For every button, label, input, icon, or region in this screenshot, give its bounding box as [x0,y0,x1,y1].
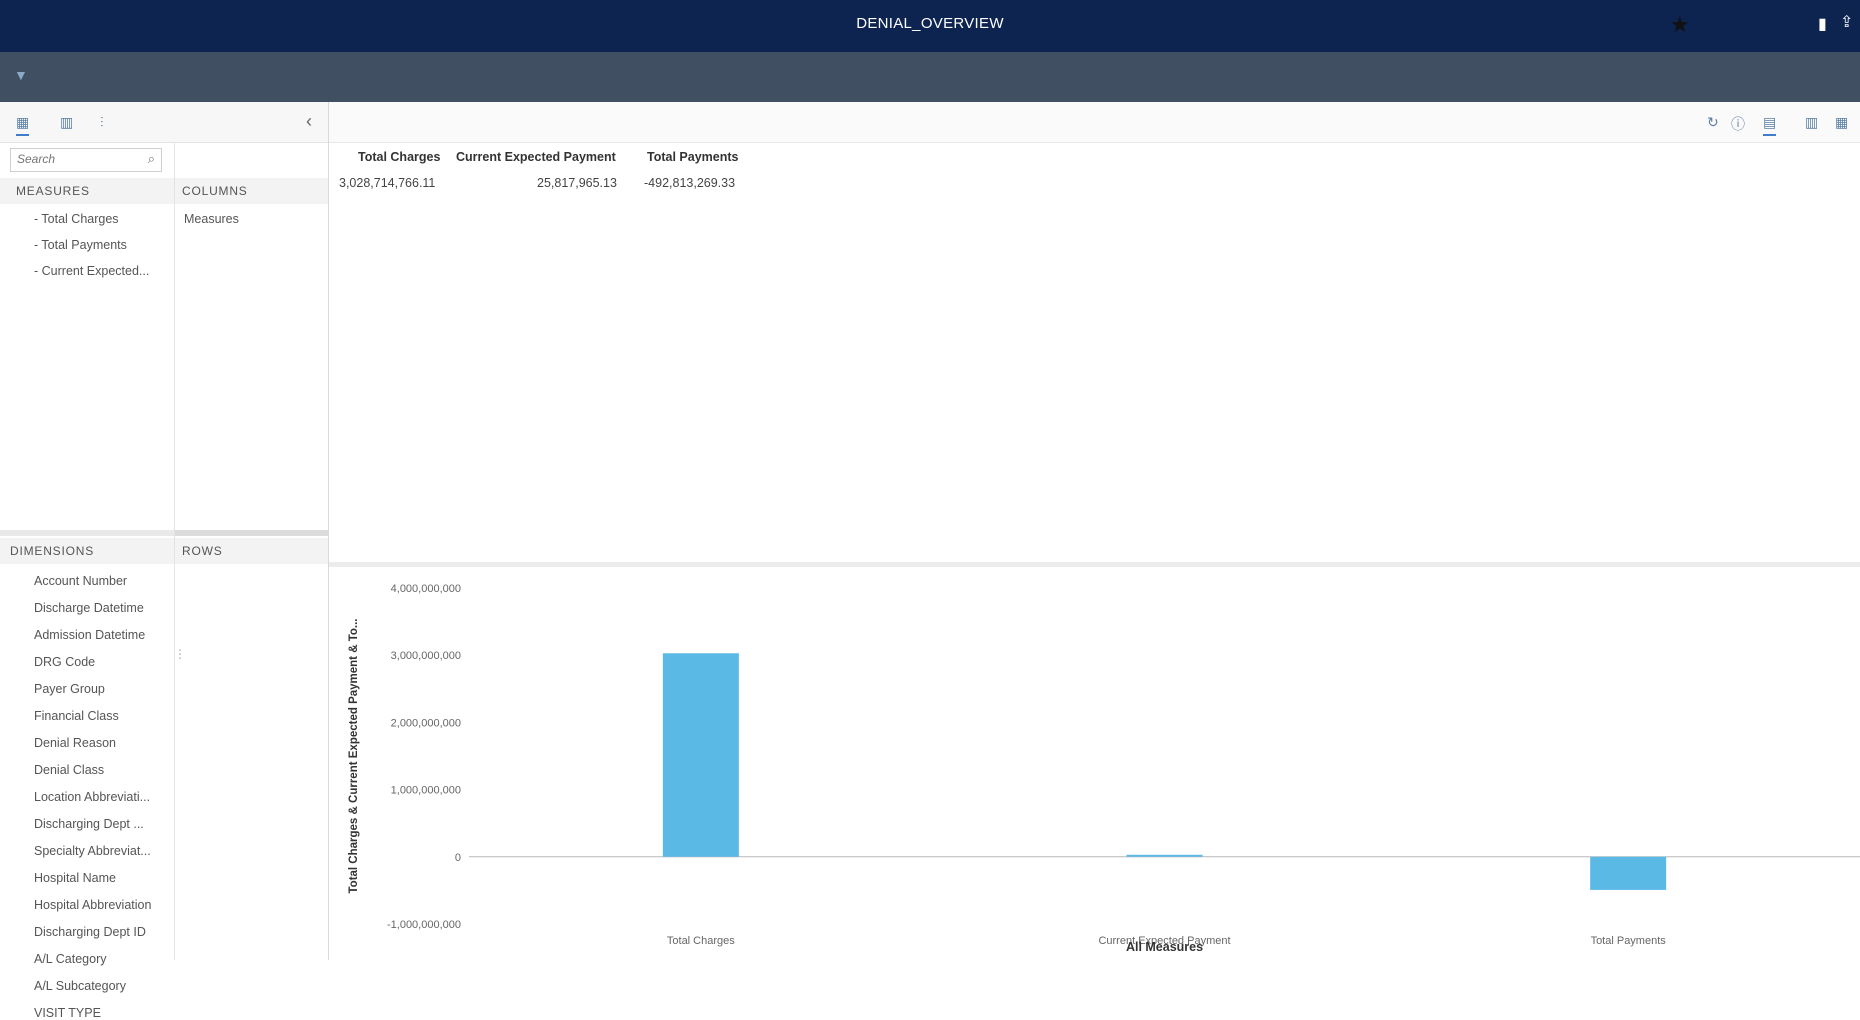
dimension-item[interactable]: VISIT TYPE [34,1006,101,1020]
app-header: DENIAL_OVERVIEW ★ ▮ ⇪ [0,0,1860,52]
filter-icon[interactable]: ▼ [14,67,28,83]
content-toolbar: ↻ ⓘ ▤ ▥ ▦ [329,102,1860,143]
column-item-measures[interactable]: Measures [184,212,239,226]
dimension-item[interactable]: DRG Code [34,655,95,669]
dimension-item[interactable]: Financial Class [34,709,119,723]
resize-grip-icon[interactable]: ⋮ [174,647,186,661]
table-header[interactable]: Total Charges [358,150,440,164]
bookmark-icon[interactable]: ▮ [1818,14,1827,34]
bar[interactable] [662,653,739,857]
measures-heading: MEASURES [0,178,174,204]
bar[interactable] [1590,856,1667,890]
y-tick-label: 3,000,000,000 [391,650,461,662]
table-cell: 25,817,965.13 [537,176,617,190]
left-panel-toolbar: ▦ ▥ ⫶ ‹ [0,102,328,143]
measure-item[interactable]: - Total Charges [34,212,119,226]
dimension-item[interactable]: Location Abbreviati... [34,790,150,804]
table-header[interactable]: Current Expected Payment [456,150,616,164]
grid-view-icon[interactable]: ▦ [1835,114,1848,131]
dimension-item[interactable]: Admission Datetime [34,628,145,642]
dimension-item[interactable]: Payer Group [34,682,105,696]
refresh-icon[interactable]: ↻ [1707,114,1719,131]
y-tick-label: 2,000,000,000 [391,717,461,729]
y-tick-label: 0 [455,852,461,864]
dimension-item[interactable]: A/L Category [34,952,107,966]
table-header[interactable]: Total Payments [647,150,738,164]
combo-chart-view-icon[interactable]: ⫶ [100,114,104,131]
columns-splitter[interactable] [175,530,328,536]
left-panel: ▦ ▥ ⫶ ‹ ⌕ MEASURES COLUMNS - Total Charg… [0,102,329,1020]
rows-heading: ROWS [175,538,328,564]
bar-chart-view-icon[interactable]: ▥ [60,114,73,131]
page-title: DENIAL_OVERVIEW [856,15,1004,32]
x-tick-label: Total Payments [1591,935,1667,947]
y-tick-label: 4,000,000,000 [391,583,461,595]
dimension-item[interactable]: Denial Reason [34,736,116,750]
info-icon[interactable]: ⓘ [1731,114,1745,134]
bar-chart: -1,000,000,000 0 1,000,000,000 2,000,000,00… [348,583,1860,954]
dimension-item[interactable]: Discharging Dept ... [34,817,144,831]
measure-item[interactable]: - Current Expected... [34,264,149,278]
y-tick-label: 1,000,000,000 [391,785,461,797]
bar[interactable] [1126,854,1203,857]
x-tick-label: Total Charges [667,935,735,947]
measures-splitter[interactable] [0,530,174,536]
table-chart-view-icon[interactable]: ▤ [1763,114,1777,136]
dimension-item[interactable]: Discharging Dept ID [34,925,146,939]
dimension-item[interactable]: Account Number [34,574,127,588]
y-tick-label: -1,000,000,000 [387,919,461,931]
search-input[interactable] [11,149,138,169]
y-axis-label: Total Charges & Current Expected Payment… [348,619,360,894]
table-cell: 3,028,714,766.11 [339,176,436,190]
dimension-item[interactable]: Hospital Name [34,871,116,885]
measure-item[interactable]: - Total Payments [34,238,127,252]
collapse-panel-chevron-icon[interactable]: ‹ [306,111,312,132]
dimension-item[interactable]: A/L Subcategory [34,979,126,993]
dimension-item[interactable]: Discharge Datetime [34,601,144,615]
dimension-item[interactable]: Specialty Abbreviat... [34,844,151,858]
dimensions-heading: DIMENSIONS [0,538,174,564]
dimension-item[interactable]: Denial Class [34,763,104,777]
table-view-icon[interactable]: ▦ [16,114,30,136]
search-field[interactable]: ⌕ [10,148,162,172]
search-icon[interactable]: ⌕ [148,151,155,167]
columns-heading: COLUMNS [175,178,328,204]
table-cell: -492,813,269.33 [644,176,736,190]
filter-bar: ▼ [0,52,1860,102]
bar-chart-icon[interactable]: ▥ [1805,114,1818,131]
favorite-star-icon[interactable]: ★ [1670,12,1690,38]
share-icon[interactable]: ⇪ [1840,12,1853,32]
dimension-item[interactable]: Hospital Abbreviation [34,898,151,912]
x-axis-label: All Measures [1126,940,1203,954]
